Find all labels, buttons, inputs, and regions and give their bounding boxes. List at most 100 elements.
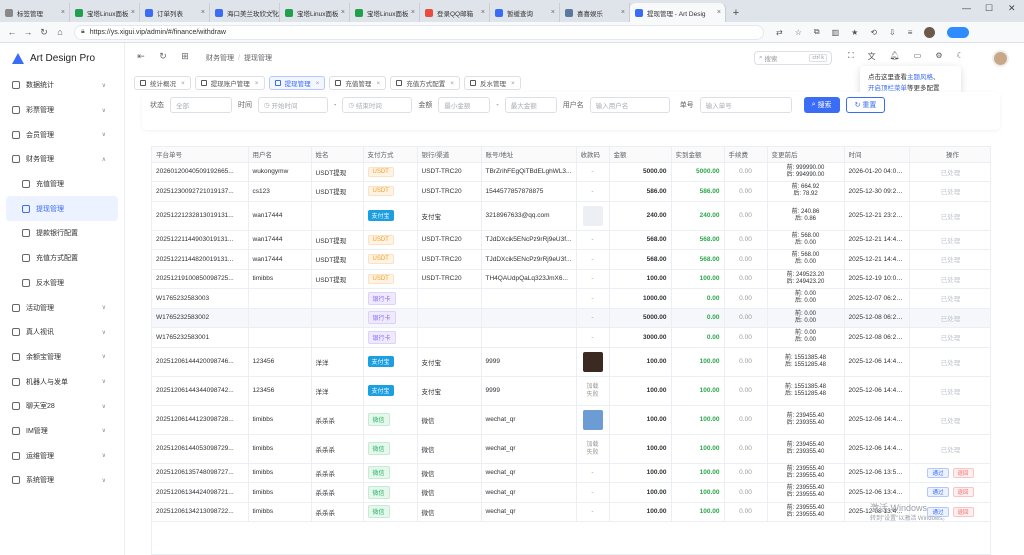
home-icon[interactable]: ⌂ xyxy=(52,27,68,37)
close-tab-icon[interactable]: × xyxy=(481,9,485,16)
settings-gear-icon[interactable]: ⚙ xyxy=(935,51,942,62)
close-tab-icon[interactable]: × xyxy=(201,9,205,16)
max-amount-input[interactable]: 最大金额 xyxy=(504,97,557,113)
browser-tab[interactable]: 提现管理 - Art Desig × xyxy=(630,3,726,22)
minimize-icon[interactable]: — xyxy=(962,3,971,13)
notification-icon[interactable]: 🔔︎ xyxy=(890,51,900,62)
close-worktab-icon[interactable]: × xyxy=(255,80,259,87)
refresh-icon[interactable]: ↻ xyxy=(36,27,52,38)
sidebar-item[interactable]: 聊天室28 ∨ xyxy=(0,394,124,419)
sidebar-item[interactable]: 余额宝管理 ∨ xyxy=(0,345,124,370)
sidebar-item[interactable]: 充值管理 xyxy=(0,172,124,197)
status-select[interactable]: 全部 xyxy=(170,97,232,113)
chat-icon[interactable]: ▭ xyxy=(914,51,922,62)
cloud-icon[interactable] xyxy=(947,26,970,38)
sidebar-item[interactable]: 会员管理 ∨ xyxy=(0,122,124,147)
dark-mode-icon[interactable]: ☾ xyxy=(957,51,964,62)
theme-style-link[interactable]: 主题风格 xyxy=(907,74,933,81)
close-tab-icon[interactable]: × xyxy=(61,9,65,16)
close-worktab-icon[interactable]: × xyxy=(450,80,454,87)
reject-button[interactable]: 退回 xyxy=(952,487,974,498)
new-tab-icon[interactable]: + xyxy=(726,3,746,22)
reject-button[interactable]: 退回 xyxy=(952,506,974,517)
approve-button[interactable]: 通过 xyxy=(927,487,949,498)
worktab[interactable]: 提现账户管理 × xyxy=(194,76,265,90)
close-tab-icon[interactable]: × xyxy=(411,9,415,16)
grid-apps-icon[interactable]: ⊞ xyxy=(178,51,192,65)
reload-icon[interactable]: ↻ xyxy=(156,51,170,65)
reset-button[interactable]: ↻ 重置 xyxy=(845,97,886,113)
sidebar-item[interactable]: 提款银行配置 xyxy=(0,221,124,246)
profile-avatar[interactable] xyxy=(924,26,936,38)
worktab[interactable]: 充值方式配置 × xyxy=(390,76,460,90)
browser-tab[interactable]: 登录QQ邮箱 × xyxy=(420,3,490,22)
language-icon[interactable]: 文 xyxy=(868,51,876,62)
menu-icon[interactable]: ≡ xyxy=(908,28,913,37)
sidebar-item[interactable]: 运维管理 ∨ xyxy=(0,443,124,468)
forward-icon[interactable]: → xyxy=(20,27,36,37)
browser-tab[interactable]: 暂缓查询 × xyxy=(490,3,560,22)
search-button[interactable]: ⌕ 搜索 xyxy=(803,97,840,113)
close-tab-icon[interactable]: × xyxy=(717,9,721,16)
close-worktab-icon[interactable]: × xyxy=(316,80,320,87)
qr-code-image[interactable] xyxy=(582,351,603,372)
app-logo[interactable]: Art Design Pro xyxy=(0,43,124,73)
sidebar-item[interactable]: 机器人与发单 ∨ xyxy=(0,369,124,394)
favorites-icon[interactable]: ★ xyxy=(851,28,858,37)
global-search[interactable]: ⌕ 搜索 ctrl k xyxy=(754,51,832,65)
browser-tab[interactable]: 宝塔Linux面板 × xyxy=(350,3,420,22)
sidebar-item[interactable]: 数据统计 ∨ xyxy=(0,73,124,98)
username-input[interactable]: 输入用户名 xyxy=(589,97,670,113)
download-icon[interactable]: ⇩ xyxy=(889,28,896,37)
close-tab-icon[interactable]: × xyxy=(551,9,555,16)
browser-tab[interactable]: 订单列表 × xyxy=(140,3,210,22)
qr-code-image[interactable] xyxy=(582,205,603,226)
reject-button[interactable]: 退回 xyxy=(952,467,974,478)
close-worktab-icon[interactable]: × xyxy=(376,80,380,87)
sidebar-item[interactable]: IM管理 ∨ xyxy=(0,419,124,444)
close-tab-icon[interactable]: × xyxy=(131,9,135,16)
qr-code-image[interactable] xyxy=(582,409,603,430)
sidebar-item[interactable]: 反水管理 xyxy=(0,271,124,296)
breadcrumb-item[interactable]: 财务管理 xyxy=(206,55,234,62)
worktab[interactable]: 统计概况 × xyxy=(134,76,191,90)
user-avatar[interactable] xyxy=(992,50,1009,67)
browser-tab[interactable]: 标签管理 × xyxy=(0,3,70,22)
collapse-menu-icon[interactable]: ⇤ xyxy=(134,51,148,65)
close-tab-icon[interactable]: × xyxy=(621,9,625,16)
fullscreen-icon[interactable]: ⛶ xyxy=(848,51,854,62)
top-menu-link[interactable]: 开启顶栏菜单 xyxy=(868,85,907,92)
close-tab-icon[interactable]: × xyxy=(271,9,275,16)
approve-button[interactable]: 通过 xyxy=(927,467,949,478)
maximize-icon[interactable]: ☐ xyxy=(985,3,993,14)
start-time-input[interactable]: ◷ 开始时间 xyxy=(258,97,328,113)
browser-tab[interactable]: 喜喜娱乐 × xyxy=(560,3,630,22)
sidebar-item[interactable]: 真人视讯 ∨ xyxy=(0,320,124,345)
browser-tab[interactable]: 宝塔Linux面板 × xyxy=(70,3,140,22)
back-icon[interactable]: ← xyxy=(4,27,20,37)
browser-tab[interactable]: 宝塔Linux面板 × xyxy=(280,3,350,22)
end-time-input[interactable]: ◷ 结束时间 xyxy=(342,97,413,113)
sidebar-item[interactable]: 充值方式配置 xyxy=(0,246,124,271)
sidebar-item[interactable]: 系统管理 ∨ xyxy=(0,468,124,493)
browser-tab[interactable]: 海口美兰玫欣文化传媒× xyxy=(210,3,280,22)
split-icon[interactable]: ▥ xyxy=(832,28,840,37)
history-icon[interactable]: ⟲ xyxy=(870,28,877,37)
worktab[interactable]: 反水管理 × xyxy=(463,76,521,90)
sidebar-item[interactable]: 财务管理 ∧ xyxy=(0,147,124,172)
extensions-icon[interactable]: ⧉ xyxy=(814,27,820,37)
min-amount-input[interactable]: 最小金额 xyxy=(438,97,491,113)
translate-icon[interactable]: ⇄ xyxy=(776,28,783,37)
url-input[interactable]: 🔒︎ https://ys.xigui.vip/admin/#/finance/… xyxy=(74,24,764,40)
order-input[interactable]: 输入单号 xyxy=(699,97,792,113)
sidebar-item[interactable]: 活动管理 ∨ xyxy=(0,295,124,320)
close-tab-icon[interactable]: × xyxy=(341,9,345,16)
sidebar-item[interactable]: 提现管理 xyxy=(6,196,118,222)
close-window-icon[interactable]: ✕ xyxy=(1008,3,1016,14)
close-worktab-icon[interactable]: × xyxy=(181,80,185,87)
sidebar-item[interactable]: 彩票管理 ∨ xyxy=(0,98,124,123)
close-worktab-icon[interactable]: × xyxy=(511,80,515,87)
worktab[interactable]: 充值管理 × xyxy=(329,76,387,90)
worktab[interactable]: 提现管理 × xyxy=(268,76,326,90)
bookmark-star-icon[interactable]: ☆ xyxy=(795,28,802,37)
